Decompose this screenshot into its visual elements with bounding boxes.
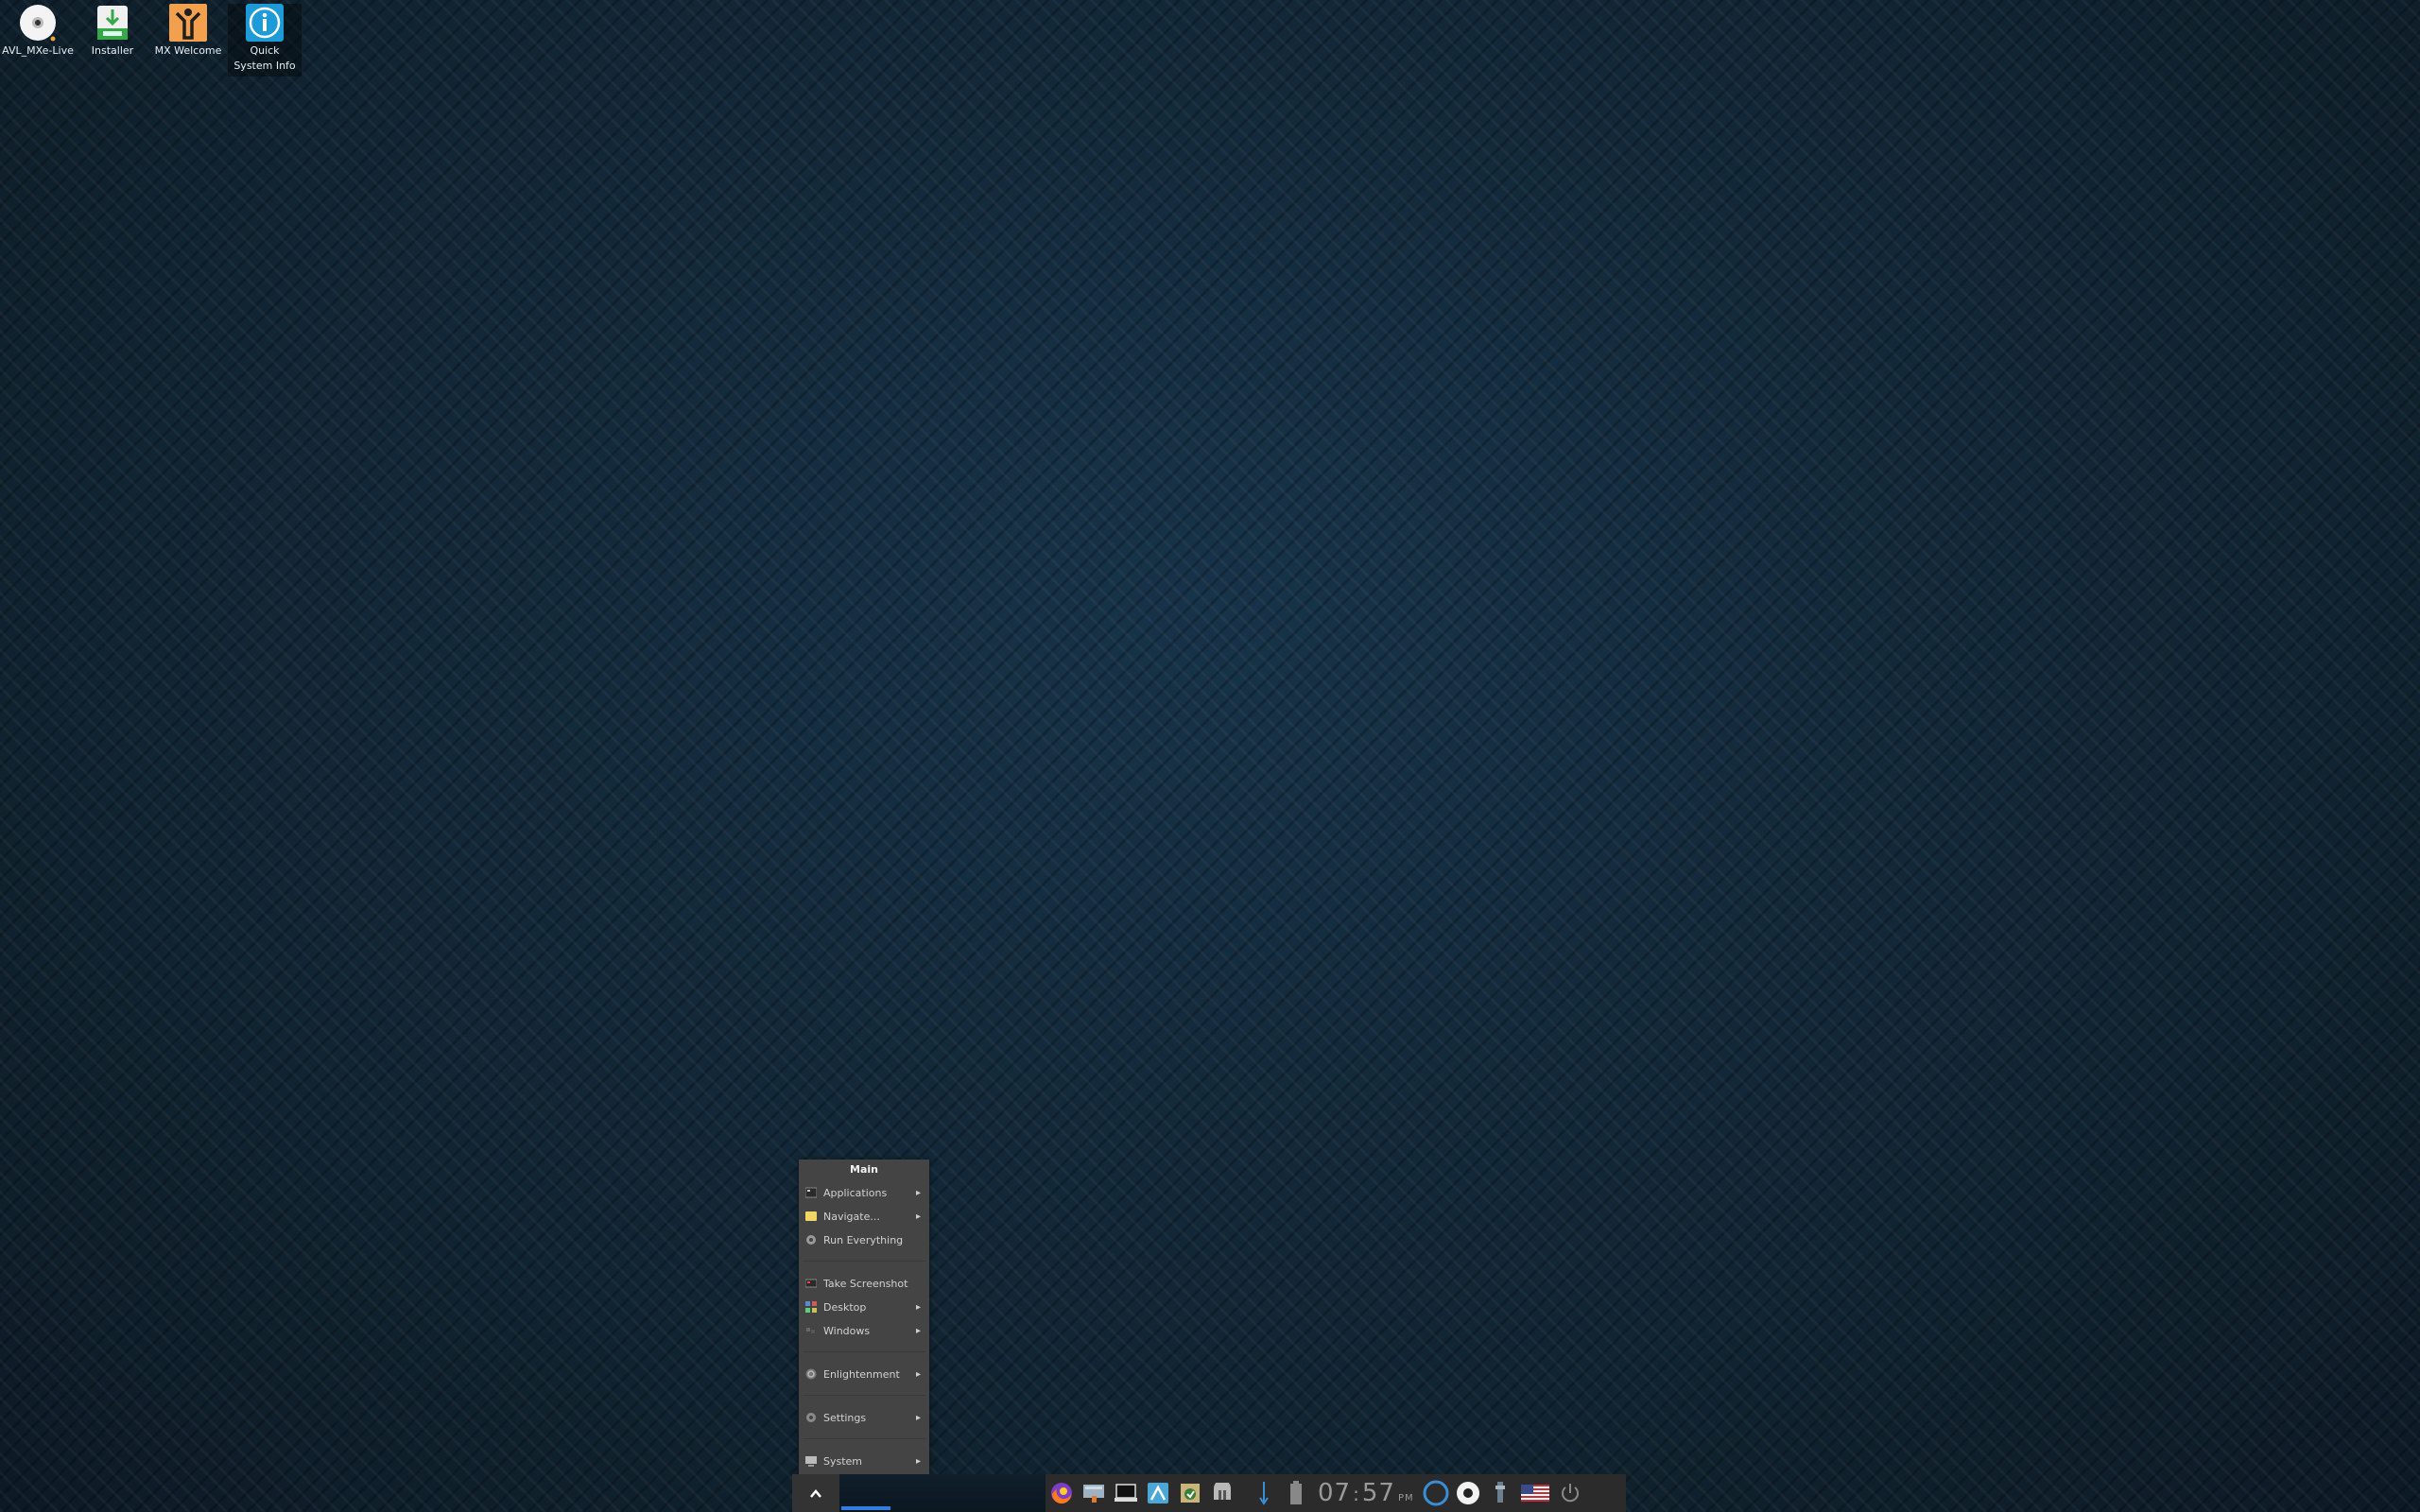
menu-item-applications[interactable]: Applications ▸ (799, 1182, 929, 1203)
desktop-icon-avl-mxe-live[interactable]: AVL_MXe-Live (1, 4, 75, 59)
folder-icon (805, 1211, 817, 1222)
mx-welcome-icon (169, 4, 207, 42)
info-icon (246, 4, 284, 42)
mx-tools-icon[interactable] (1142, 1474, 1174, 1512)
submenu-arrow-icon: ▸ (916, 1301, 922, 1313)
volume-icon[interactable] (1484, 1474, 1516, 1512)
battery-icon[interactable] (1280, 1474, 1312, 1512)
desktop-icon (805, 1301, 817, 1313)
desktop-icon-label: AVL_MXe-Live (2, 44, 74, 57)
windows-icon (805, 1325, 817, 1336)
desktop-icon-label: Installer (91, 44, 134, 57)
start-button[interactable] (792, 1474, 839, 1512)
terminal-icon[interactable] (1110, 1474, 1142, 1512)
active-desktop-indicator (841, 1506, 890, 1510)
desktop-icon-quick-system-info[interactable]: Quick System Info (228, 4, 302, 77)
desktop-icon-label: MX Welcome (154, 44, 222, 57)
menu-item-run-everything[interactable]: Run Everything (799, 1229, 929, 1250)
gear-icon (805, 1234, 817, 1246)
chevron-up-icon (810, 1485, 821, 1503)
updater-icon[interactable] (1206, 1474, 1238, 1512)
clock-hours: 07 (1318, 1479, 1352, 1507)
record-icon[interactable] (1452, 1474, 1484, 1512)
menu-separator (803, 1395, 925, 1396)
enlightenment-icon (805, 1368, 817, 1380)
menu-item-settings[interactable]: Settings ▸ (799, 1407, 929, 1428)
screenshot-icon (805, 1278, 817, 1289)
system-tray: 07 : 57 PM (1046, 1474, 1626, 1512)
virtual-desktop-pager[interactable] (839, 1474, 1046, 1512)
menu-item-system[interactable]: System ▸ (799, 1451, 929, 1471)
firefox-icon[interactable] (1046, 1474, 1078, 1512)
network-icon[interactable] (1248, 1474, 1280, 1512)
submenu-arrow-icon: ▸ (916, 1211, 922, 1222)
menu-item-navigate[interactable]: Navigate... ▸ (799, 1206, 929, 1227)
system-icon (805, 1455, 817, 1467)
menu-title: Main (850, 1163, 878, 1176)
power-icon[interactable] (1554, 1474, 1586, 1512)
desktop-icon-mx-welcome[interactable]: MX Welcome (151, 4, 225, 59)
submenu-arrow-icon: ▸ (916, 1187, 922, 1198)
submenu-arrow-icon: ▸ (916, 1325, 922, 1336)
menu-item-desktop[interactable]: Desktop ▸ (799, 1297, 929, 1317)
applications-icon (805, 1187, 817, 1198)
clock-colon: : (1353, 1483, 1360, 1505)
disc-icon (19, 4, 57, 42)
us-flag-icon[interactable] (1516, 1474, 1554, 1512)
clock[interactable]: 07 : 57 PM (1318, 1479, 1414, 1507)
menu-separator (803, 1351, 925, 1352)
desktop-icon-label: Quick System Info (233, 44, 296, 72)
menu-item-windows[interactable]: Windows ▸ (799, 1320, 929, 1341)
menu-separator (803, 1261, 925, 1262)
menu-separator (803, 1438, 925, 1439)
main-menu: Main Applications ▸ Navigate... ▸ Run Ev… (799, 1160, 929, 1475)
installer-icon (94, 4, 131, 42)
clock-ampm: PM (1397, 1493, 1414, 1503)
package-installer-icon[interactable] (1174, 1474, 1206, 1512)
submenu-arrow-icon: ▸ (916, 1412, 922, 1423)
clock-minutes: 57 (1361, 1479, 1395, 1507)
file-manager-icon[interactable] (1078, 1474, 1110, 1512)
submenu-arrow-icon: ▸ (916, 1368, 922, 1380)
menu-item-take-screenshot[interactable]: Take Screenshot (799, 1273, 929, 1294)
submenu-arrow-icon: ▸ (916, 1455, 922, 1467)
circle-indicator-icon[interactable] (1420, 1474, 1452, 1512)
menu-item-enlightenment[interactable]: Enlightenment ▸ (799, 1364, 929, 1384)
desktop-icon-installer[interactable]: Installer (76, 4, 149, 59)
settings-icon (805, 1412, 817, 1423)
